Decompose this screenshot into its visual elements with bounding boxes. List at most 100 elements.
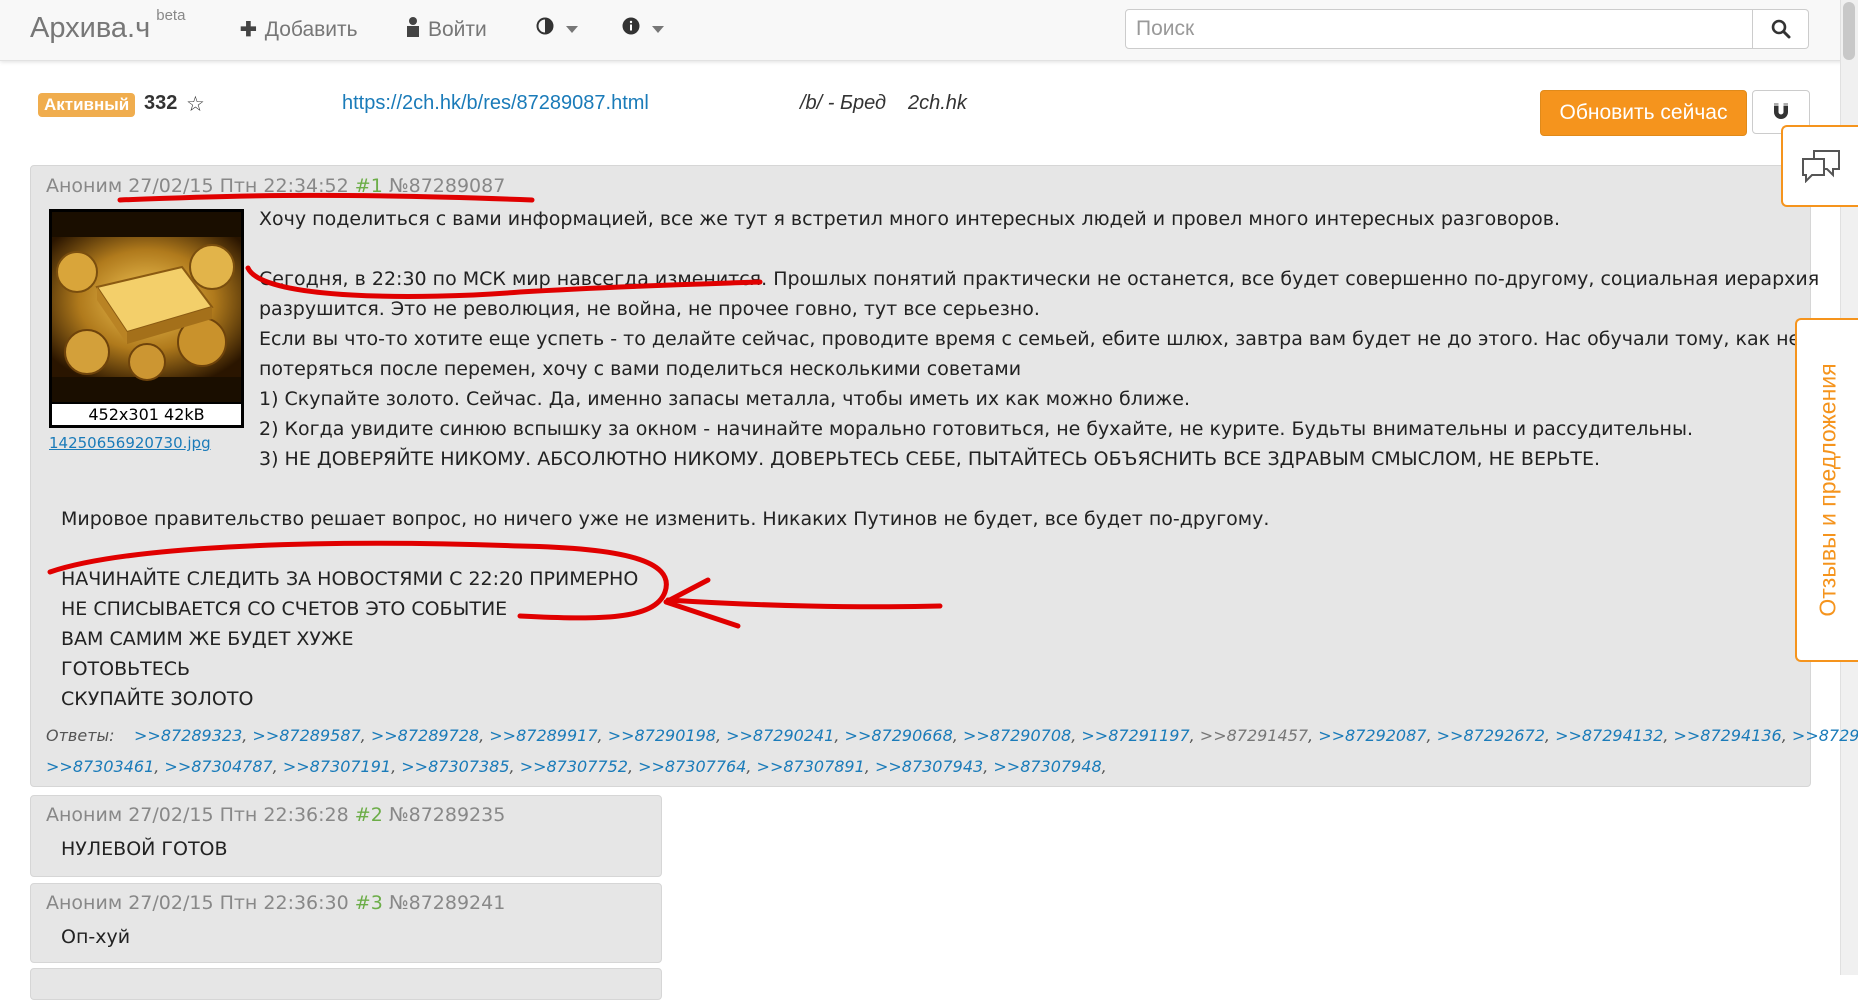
post-number[interactable]: №87289241 — [389, 892, 505, 914]
post-index[interactable]: #3 — [355, 892, 383, 914]
chat-tab[interactable] — [1781, 125, 1858, 207]
reply-link[interactable]: >>87307385 — [401, 757, 509, 776]
reply-link[interactable]: >>87294136 — [1673, 726, 1781, 745]
op-text-line: ВАМ САМИМ ЖЕ БУДЕТ ХУЖЕ — [61, 628, 354, 650]
reply-link[interactable]: >>87292672 — [1437, 726, 1545, 745]
op-text-line: Сегодня, в 22:30 по МСК мир навсегда изм… — [259, 268, 1820, 290]
top-navbar: Архива.ч beta ✚ Добавить Войти — [0, 0, 1858, 61]
feedback-label: Отзывы и предложения — [1814, 363, 1840, 617]
post-index[interactable]: #1 — [355, 175, 383, 197]
board-site: 2ch.hk — [908, 92, 967, 114]
op-text-line: НЕ СПИСЫВАЕТСЯ СО СЧЕТОВ ЭТО СОБЫТИЕ — [61, 598, 508, 620]
post-date: 27/02/15 Птн 22:36:30 — [128, 892, 349, 914]
status-badge: Активный — [38, 93, 136, 117]
board-title: /b/ - Бред — [800, 92, 887, 114]
reply-link[interactable]: >>87304787 — [164, 757, 272, 776]
reply-separator: , — [1544, 726, 1556, 745]
reply-link[interactable]: >>87289323 — [134, 726, 242, 745]
reply-link[interactable]: >>87291457 — [1200, 726, 1308, 745]
replies-list-row-1: >>87289323, >>87289587, >>87289728, >>87… — [134, 726, 1858, 745]
reply-link[interactable]: >>87291197 — [1081, 726, 1189, 745]
reply-separator: , — [154, 757, 165, 776]
reply-separator: , — [627, 757, 639, 776]
op-text-line: Хочу поделиться с вами информацией, все … — [259, 208, 1560, 230]
reply-link[interactable]: >>87289587 — [252, 726, 360, 745]
reply-link[interactable]: >>87307752 — [520, 757, 628, 776]
reply-link[interactable]: >>87290708 — [963, 726, 1071, 745]
reply-link[interactable]: >>87307891 — [757, 757, 865, 776]
op-post — [30, 165, 1811, 787]
reply-separator: , — [1663, 726, 1674, 745]
reply-link[interactable]: >>87303461 — [46, 757, 154, 776]
scrollbar-thumb[interactable] — [1843, 2, 1855, 60]
info-dropdown[interactable] — [622, 17, 664, 41]
post-date: 27/02/15 Птн 22:36:28 — [128, 804, 349, 826]
post-index[interactable]: #2 — [355, 804, 383, 826]
reply-post-header: Аноним 27/02/15 Птн 22:36:30 #3 №8728924… — [46, 892, 505, 914]
post-count: 332 — [144, 92, 178, 114]
op-post-header: Аноним 27/02/15 Птн 22:34:52 #1 №8728908… — [46, 175, 505, 197]
op-text-line: 3) НЕ ДОВЕРЯЙТЕ НИКОМУ. АБСОЛЮТНО НИКОМУ… — [259, 448, 1601, 470]
reply-link[interactable]: >>87290668 — [845, 726, 953, 745]
reply-link[interactable]: >>87307943 — [875, 757, 983, 776]
brand-logo[interactable]: Архива.ч beta — [30, 7, 185, 45]
image-caption: 452x301 42kB — [52, 404, 241, 425]
feedback-tab[interactable]: Отзывы и предложения — [1795, 318, 1858, 662]
favorite-star-icon[interactable]: ☆ — [186, 92, 205, 116]
reply-separator: , — [597, 726, 608, 745]
reply-post-text: Оп-хуй — [61, 926, 131, 948]
reply-separator: , — [983, 757, 994, 776]
post-number[interactable]: №87289087 — [389, 175, 505, 197]
replies-label: Ответы: — [46, 726, 115, 745]
op-text-line: 1) Скупайте золото. Сейчас. Да, именно з… — [259, 388, 1191, 410]
image-file-link[interactable]: 14250656920730.jpg — [49, 434, 211, 452]
reply-separator: , — [242, 726, 253, 745]
search-icon — [1771, 19, 1790, 39]
theme-dropdown[interactable] — [536, 17, 578, 41]
reply-separator: , — [1781, 726, 1792, 745]
search-button[interactable] — [1753, 9, 1809, 49]
reply-link[interactable]: >>87290198 — [608, 726, 716, 745]
reply-link[interactable]: >>87289917 — [489, 726, 597, 745]
post-author: Аноним — [46, 892, 123, 914]
login-button[interactable]: Войти — [406, 17, 487, 43]
replies-list-row-2: >>87303461, >>87304787, >>87307191, >>87… — [46, 757, 1107, 776]
op-image[interactable]: 452x301 42kB — [49, 209, 244, 428]
thread-source-link[interactable]: https://2ch.hk/b/res/87289087.html — [342, 92, 649, 115]
reply-post-header: Аноним 27/02/15 Птн 22:36:28 #2 №8728923… — [46, 804, 505, 826]
reply-separator: , — [1426, 726, 1437, 745]
reply-link[interactable]: >>87307948 — [993, 757, 1101, 776]
op-text-line: Мировое правительство решает вопрос, но … — [61, 508, 1270, 530]
login-label: Войти — [428, 18, 487, 41]
add-button[interactable]: ✚ Добавить — [240, 17, 358, 42]
reply-separator: , — [360, 726, 371, 745]
post-author: Аноним — [46, 804, 123, 826]
search-input[interactable] — [1125, 9, 1753, 49]
reply-separator: , — [272, 757, 283, 776]
reply-link[interactable]: >>87290241 — [726, 726, 834, 745]
reply-separator: , — [479, 726, 490, 745]
op-text-line: НАЧИНАЙТЕ СЛЕДИТЬ ЗА НОВОСТЯМИ С 22:20 П… — [61, 568, 639, 590]
reply-separator: , — [746, 757, 757, 776]
reply-link[interactable]: >>87294132 — [1555, 726, 1663, 745]
refresh-now-button[interactable]: Обновить сейчас — [1540, 90, 1747, 136]
reply-separator: , — [391, 757, 402, 776]
user-icon — [406, 17, 420, 43]
reply-separator: , — [864, 757, 875, 776]
op-text-line: СКУПАЙТЕ ЗОЛОТО — [61, 688, 254, 710]
reply-separator: , — [715, 726, 727, 745]
reply-link[interactable]: >>87294808 — [1792, 726, 1858, 745]
reply-separator: , — [1308, 726, 1319, 745]
reply-link[interactable]: >>87292087 — [1318, 726, 1426, 745]
magnet-icon — [1774, 103, 1788, 119]
reply-link[interactable]: >>87289728 — [371, 726, 479, 745]
reply-separator: , — [1101, 757, 1107, 776]
reply-link[interactable]: >>87307191 — [283, 757, 391, 776]
info-icon — [622, 17, 640, 41]
plus-icon: ✚ — [240, 19, 257, 41]
reply-link[interactable]: >>87307764 — [638, 757, 746, 776]
post-date: 27/02/15 Птн 22:34:52 — [128, 175, 349, 197]
reply-separator: , — [952, 726, 963, 745]
gold-bars-thumbnail[interactable] — [52, 212, 241, 402]
post-number[interactable]: №87289235 — [389, 804, 505, 826]
